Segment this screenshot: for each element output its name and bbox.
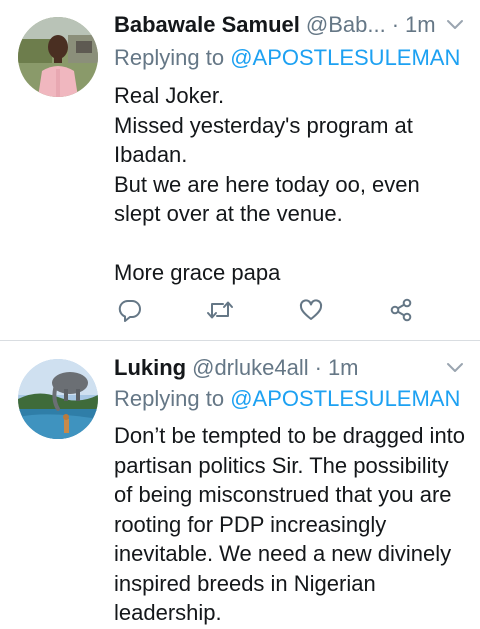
tweet-text-line: slept over at the venue. — [114, 201, 343, 226]
replying-to-label: Replying to — [114, 386, 231, 411]
tweet-text-line: But we are here today oo, even — [114, 171, 420, 197]
tweet-text-line: leadership. — [114, 600, 222, 625]
replying-to-label: Replying to — [114, 45, 231, 70]
tweet-text: Don’t be tempted to be dragged into part… — [114, 421, 466, 628]
tweet-text-line: Ibadan. — [114, 142, 188, 167]
mention-link[interactable]: @APOSTLESULEMAN — [230, 45, 460, 70]
tweet-text-line: inevitable. We need a new divinely — [114, 541, 452, 566]
separator-dot: · — [314, 355, 322, 380]
avatar[interactable] — [18, 17, 98, 97]
tweet-text-line: of being misconstrued that you are — [114, 482, 452, 507]
tweet-text-line — [114, 229, 466, 259]
retweet-icon[interactable] — [204, 294, 236, 326]
like-icon[interactable] — [295, 294, 327, 326]
tweet-text-line: Don’t be tempted to be dragged into — [114, 423, 466, 448]
avatar[interactable] — [18, 359, 98, 439]
tweet-text: Real Joker. Missed yesterday's program a… — [114, 81, 466, 288]
user-handle[interactable]: @Bab... — [306, 10, 386, 40]
tweet-header: Babawale Samuel @Bab... · 1m — [114, 8, 466, 42]
share-icon[interactable] — [385, 294, 417, 326]
tweet-text-line: Missed yesterday's program at — [114, 112, 413, 138]
tweet-text-line: partisan politics Sir. The possibility — [114, 452, 449, 478]
reply-icon[interactable] — [114, 294, 146, 326]
mention-link[interactable]: @APOSTLESULEMAN — [230, 386, 460, 411]
tweet-header: Luking @drluke4all · 1m — [114, 351, 466, 385]
separator-dot: · — [391, 12, 400, 37]
tweet-actions — [114, 294, 424, 326]
display-name[interactable]: Luking — [114, 353, 186, 383]
timestamp[interactable]: 1m — [328, 353, 359, 383]
tweet[interactable]: Luking @drluke4all · 1m Replying to @APO… — [0, 341, 480, 629]
replying-to: Replying to @APOSTLESULEMAN — [114, 44, 470, 72]
timestamp[interactable]: 1m — [405, 10, 436, 40]
tweet-text-line: More grace papa — [114, 260, 281, 285]
tweet-text-line: Real Joker. — [114, 83, 225, 108]
tweet-text-line: rooting for PDP increasingly — [114, 511, 387, 537]
display-name[interactable]: Babawale Samuel — [114, 10, 300, 40]
user-handle[interactable]: @drluke4all — [192, 353, 309, 383]
chevron-down-icon[interactable] — [444, 357, 466, 379]
chevron-down-icon[interactable] — [444, 14, 466, 36]
tweet[interactable]: Babawale Samuel @Bab... · 1m Replying to… — [0, 0, 480, 340]
tweet-text-line: inspired breeds in Nigerian — [114, 570, 376, 596]
replying-to: Replying to @APOSTLESULEMAN — [114, 385, 470, 413]
